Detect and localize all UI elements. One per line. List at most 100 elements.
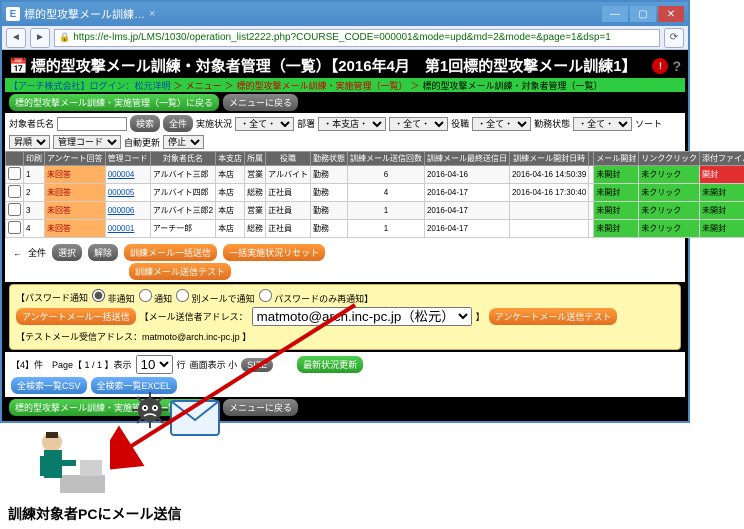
auto-update-label: 自動更新 [124, 136, 160, 149]
pos-select[interactable]: ・全て・ [472, 117, 531, 131]
radio-separate[interactable]: 別メールで通知 [176, 289, 255, 305]
col-print: 印刷 [24, 152, 45, 166]
breadcrumb-item-1[interactable]: 標的型攻撃メール訓練・実施管理（一覧） [237, 79, 408, 92]
row-checkbox[interactable] [6, 202, 24, 220]
page-title: 標的型攻撃メール訓練・対象者管理（一覧）【2016年4月 第1回標的型攻撃メール… [31, 55, 637, 76]
row-code[interactable]: 000001 [105, 220, 150, 238]
impl-status-select[interactable]: ・全て・ [235, 117, 294, 131]
row-lastsend: 2016-04-17 [424, 220, 509, 238]
back-to-mgmt-button[interactable]: 標的型攻撃メール訓練・実施管理（一覧）に戻る [9, 94, 219, 111]
row-answer[interactable]: 未回答 [45, 202, 106, 220]
bulk-reset-button[interactable]: 一括実施状況リセット [223, 244, 325, 261]
impl-status-label: 実施状況 [196, 117, 232, 130]
tab-title: 標的型攻撃メール訓練… [24, 6, 145, 22]
row-checkbox[interactable] [6, 220, 24, 238]
lock-icon: 🔒 [59, 32, 70, 43]
release-all-button[interactable]: 解除 [88, 244, 118, 261]
row-answer[interactable]: 未回答 [45, 166, 106, 184]
row-pos: 正社員 [266, 184, 311, 202]
col-mailopen: メール開封 [594, 152, 639, 166]
row-name: アルバイト三郎 [150, 166, 215, 184]
search-button[interactable]: 検索 [130, 115, 160, 132]
test-addr-label: 【テストメール受信アドレス：matmoto@arch.inc-pc.jp 】 [16, 330, 251, 343]
row-num: 4 [24, 220, 45, 238]
footer-menu-button[interactable]: メニューに戻る [223, 399, 298, 416]
export-csv-button[interactable]: 全検索一覧CSV [11, 377, 87, 394]
row-count: 6 [347, 166, 424, 184]
row-attach: 未開封 [699, 202, 744, 220]
col-pos: 役職 [266, 152, 311, 166]
name-filter-input[interactable] [57, 117, 127, 131]
row-linkclick: 未クリック [639, 166, 700, 184]
row-attach: 未開封 [699, 220, 744, 238]
close-button[interactable]: ✕ [658, 6, 684, 22]
rows-per-page-select[interactable]: 10 [136, 355, 173, 374]
row-opentime: 2016-04-16 17:30:40 [509, 184, 588, 202]
send-test-button[interactable]: 訓練メール送信テスト [129, 263, 231, 280]
radio-pwonly[interactable]: パスワードのみ再通知】 [259, 289, 374, 305]
branch-select[interactable]: ・本支店・ [318, 117, 386, 131]
survey-test-button[interactable]: アンケートメール送信テスト [489, 308, 618, 325]
rows-suffix: 行 [177, 358, 186, 371]
back-nav-button[interactable]: ◄ [6, 28, 26, 48]
survey-bulk-send-button[interactable]: アンケートメール一括送信 [16, 308, 136, 325]
row-mailopen: 未開封 [594, 220, 639, 238]
minimize-button[interactable]: — [602, 6, 628, 22]
row-attach: 開封 [699, 166, 744, 184]
sort-key-select[interactable]: 管理コード [53, 135, 121, 149]
row-answer[interactable]: 未回答 [45, 220, 106, 238]
tab-close-icon[interactable]: × [149, 8, 155, 20]
col-attach: 添付ファイル開封 [699, 152, 744, 166]
calendar-icon: 📅 [9, 57, 28, 75]
sort-dir-select[interactable]: 昇順 [9, 135, 50, 149]
address-bar: ◄ ► 🔒 https://e-lms.jp/LMS/1030/operatio… [2, 26, 688, 50]
breadcrumb-menu[interactable]: メニュー [185, 79, 221, 92]
help-icon[interactable]: ? [672, 58, 681, 74]
maximize-button[interactable]: ▢ [630, 6, 656, 22]
page-header: 📅 標的型攻撃メール訓練・対象者管理（一覧）【2016年4月 第1回標的型攻撃メ… [5, 53, 685, 78]
row-pos: 正社員 [266, 202, 311, 220]
bulk-send-button[interactable]: 訓練メール一括送信 [124, 244, 217, 261]
auto-update-select[interactable]: 停止 [163, 135, 204, 149]
row-lastsend: 2016-04-17 [424, 202, 509, 220]
sender-select[interactable]: matmoto@arch.inc-pc.jp（松元） [252, 307, 472, 326]
size-button[interactable]: SIZE [241, 358, 273, 372]
table-row: 2未回答000005アルバイト四郎本店総務正社員勤務42016-04-17201… [6, 184, 744, 202]
row-code[interactable]: 000004 [105, 166, 150, 184]
row-name: アルバイト三郎2 [150, 202, 215, 220]
row-branch: 本店 [216, 166, 245, 184]
emp-select[interactable]: ・全て・ [573, 117, 632, 131]
radio-none[interactable]: 非通知 [92, 289, 135, 305]
col-code: 管理コード [105, 152, 150, 166]
sender-label: 【メール送信者アドレス： [140, 310, 248, 323]
row-num: 2 [24, 184, 45, 202]
row-lastsend: 2016-04-16 [424, 166, 509, 184]
breadcrumb-root: 【アーチ株式会社】ログイン：松元洋明 [9, 79, 170, 92]
row-linkclick: 未クリック [639, 202, 700, 220]
row-checkbox[interactable] [6, 166, 24, 184]
col-branch: 本支店 [216, 152, 245, 166]
row-pos: アルバイト [266, 166, 311, 184]
refresh-button[interactable]: ⟳ [664, 28, 684, 48]
alert-badge-icon[interactable]: ! [652, 58, 668, 74]
all-button[interactable]: 全件 [163, 115, 193, 132]
row-work: 勤務 [310, 166, 347, 184]
row-num: 3 [24, 202, 45, 220]
row-checkbox[interactable] [6, 184, 24, 202]
row-branch: 本店 [216, 184, 245, 202]
forward-nav-button[interactable]: ► [30, 28, 50, 48]
row-dept: 営業 [245, 166, 266, 184]
dept-select[interactable]: ・全て・ [389, 117, 448, 131]
row-code[interactable]: 000005 [105, 184, 150, 202]
row-branch: 本店 [216, 202, 245, 220]
row-code[interactable]: 000006 [105, 202, 150, 220]
select-all-button[interactable]: 選択 [52, 244, 82, 261]
url-field[interactable]: 🔒 https://e-lms.jp/LMS/1030/operation_li… [54, 29, 660, 47]
favicon: E [6, 7, 20, 21]
radio-notify[interactable]: 通知 [139, 289, 173, 305]
refresh-status-button[interactable]: 最新状況更新 [297, 356, 363, 373]
row-answer[interactable]: 未回答 [45, 184, 106, 202]
back-to-menu-button[interactable]: メニューに戻る [223, 94, 298, 111]
table-row: 3未回答000006アルバイト三郎2本店営業正社員勤務12016-04-17未開… [6, 202, 744, 220]
row-work: 勤務 [310, 184, 347, 202]
